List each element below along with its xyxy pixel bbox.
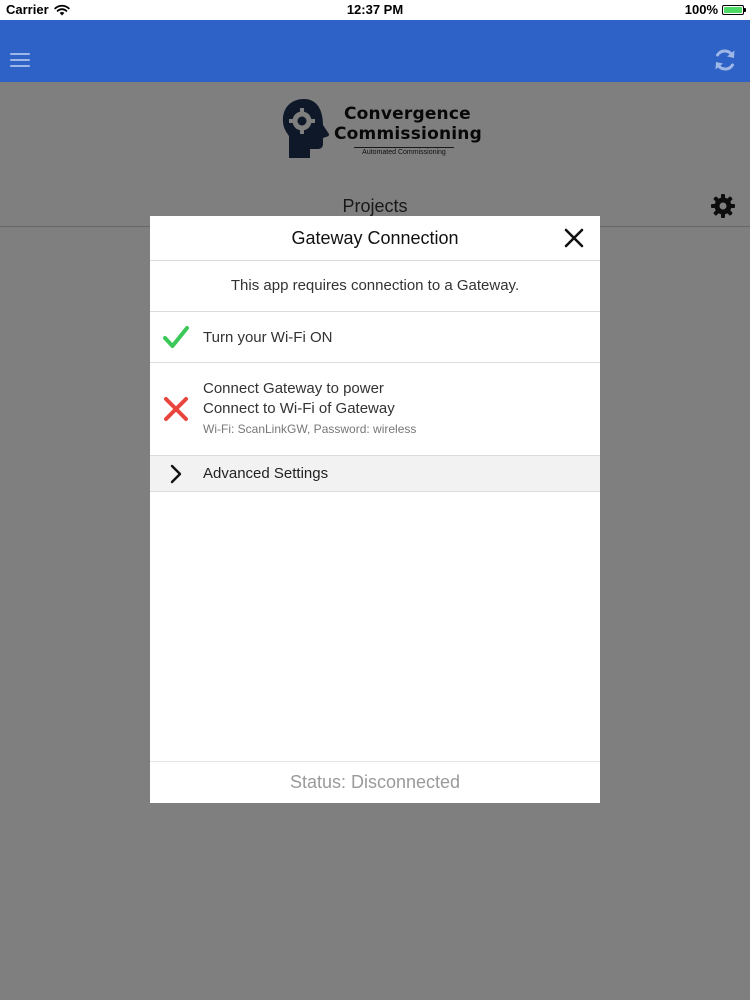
- app-navbar: [0, 20, 750, 82]
- refresh-icon[interactable]: [712, 47, 738, 73]
- status-time: 12:37 PM: [346, 2, 404, 17]
- dialog-header: Gateway Connection: [150, 216, 600, 261]
- check-icon: [163, 326, 189, 348]
- status-bar: Carrier 12:37 PM 100%: [0, 0, 750, 20]
- battery-icon: [722, 4, 746, 15]
- battery-fill: [724, 6, 742, 13]
- status-divider: [150, 761, 600, 762]
- gateway-wifi-credentials: Wi-Fi: ScanLinkGW, Password: wireless: [203, 422, 417, 436]
- gateway-step-row: Connect Gateway to power Connect to Wi-F…: [150, 363, 600, 456]
- wifi-step-label: Turn your Wi-Fi ON: [203, 329, 333, 346]
- menu-icon[interactable]: [10, 53, 30, 67]
- gateway-step-power-label: Connect Gateway to power: [203, 380, 384, 397]
- advanced-settings-label: Advanced Settings: [203, 465, 329, 482]
- chevron-right-icon: [170, 464, 182, 484]
- battery-group: 100%: [684, 2, 746, 17]
- dialog-intro-text: This app requires connection to a Gatewa…: [150, 261, 600, 312]
- gateway-connection-dialog: Gateway Connection This app requires con…: [150, 216, 600, 803]
- wifi-step-row: Turn your Wi-Fi ON: [150, 312, 600, 363]
- gateway-step-wifi-label: Connect to Wi-Fi of Gateway: [203, 400, 395, 417]
- advanced-settings-row[interactable]: Advanced Settings: [150, 456, 600, 492]
- battery-percent: 100%: [684, 2, 718, 17]
- close-icon[interactable]: [562, 226, 586, 250]
- x-icon: [164, 397, 188, 421]
- connection-status: Status: Disconnected: [289, 772, 461, 792]
- dialog-title: Gateway Connection: [291, 228, 459, 248]
